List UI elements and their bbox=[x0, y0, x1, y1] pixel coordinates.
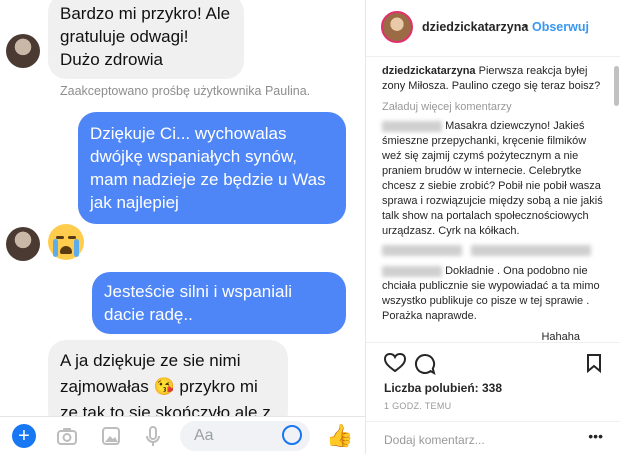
message-bubble-outgoing[interactable]: Dziękuje Ci... wychowalas dwójkę wspania… bbox=[78, 112, 346, 224]
bookmark-icon[interactable] bbox=[586, 353, 602, 378]
smiley-icon[interactable] bbox=[282, 425, 302, 445]
contact-avatar[interactable] bbox=[6, 34, 40, 68]
message-composer: + Aa 👍 bbox=[0, 416, 365, 454]
message-bubble-outgoing[interactable]: Jesteście silni i wspaniali dacie radę.. bbox=[92, 272, 346, 334]
message-input-placeholder: Aa bbox=[194, 427, 214, 444]
camera-icon[interactable] bbox=[56, 425, 78, 447]
instagram-panel: dziedzickatarzyna • Obserwuj dziedzickat… bbox=[365, 0, 620, 454]
gallery-icon[interactable] bbox=[100, 425, 122, 447]
blurred-reply-link bbox=[471, 244, 592, 256]
comments-list: dziedzickatarzyna Pierwsza reakcja byłej… bbox=[382, 64, 604, 351]
microphone-icon[interactable] bbox=[142, 425, 164, 447]
comments-scrollbar[interactable] bbox=[614, 66, 619, 106]
post-header: dziedzickatarzyna • Obserwuj bbox=[366, 0, 620, 57]
load-more-comments-link[interactable]: Załaduj więcej komentarzy bbox=[382, 100, 604, 115]
comment-item: Masakra dziewczyno! Jakieś śmieszne prze… bbox=[382, 119, 604, 258]
comment-text: Masakra dziewczyno! Jakieś śmieszne prze… bbox=[382, 120, 603, 237]
contact-avatar[interactable] bbox=[6, 227, 40, 261]
crying-face-icon[interactable] bbox=[48, 224, 84, 260]
profile-username[interactable]: dziedzickatarzyna bbox=[422, 20, 528, 34]
system-note: Zaakceptowano prośbę użytkownika Paulina… bbox=[60, 84, 311, 98]
profile-avatar[interactable] bbox=[381, 11, 413, 43]
plus-icon[interactable]: + bbox=[12, 424, 36, 448]
add-comment-placeholder: Dodaj komentarz... bbox=[384, 433, 485, 447]
message-input[interactable]: Aa bbox=[180, 421, 310, 451]
follow-button[interactable]: Obserwuj bbox=[532, 20, 589, 34]
more-options-icon[interactable]: ••• bbox=[588, 428, 603, 444]
message-bubble-incoming[interactable]: Bardzo mi przykro! Ale gratuluje odwagi!… bbox=[48, 0, 244, 79]
blurred-reply-link bbox=[382, 244, 462, 256]
blurred-username bbox=[382, 265, 442, 277]
caption-username[interactable]: dziedzickatarzyna bbox=[382, 65, 476, 77]
like-heart-icon[interactable] bbox=[383, 352, 407, 378]
post-timestamp: 1 GODZ. TEMU bbox=[384, 401, 452, 411]
post-actions: Liczba polubień: 338 1 GODZ. TEMU Dodaj … bbox=[366, 342, 620, 454]
add-comment-field[interactable]: Dodaj komentarz... ••• bbox=[366, 421, 620, 454]
blurred-username bbox=[382, 120, 442, 132]
messenger-panel: Bardzo mi przykro! Ale gratuluje odwagi!… bbox=[0, 0, 365, 454]
comment-bubble-icon[interactable] bbox=[414, 353, 436, 380]
likes-count[interactable]: Liczba polubień: 338 bbox=[384, 381, 502, 395]
separator-dot: • bbox=[524, 19, 529, 33]
comment-item: Dokładnie . Ona podobno nie chciała publ… bbox=[382, 264, 604, 324]
thumbs-up-icon[interactable]: 👍 bbox=[326, 424, 353, 448]
post-caption: dziedzickatarzyna Pierwsza reakcja byłej… bbox=[382, 64, 604, 94]
